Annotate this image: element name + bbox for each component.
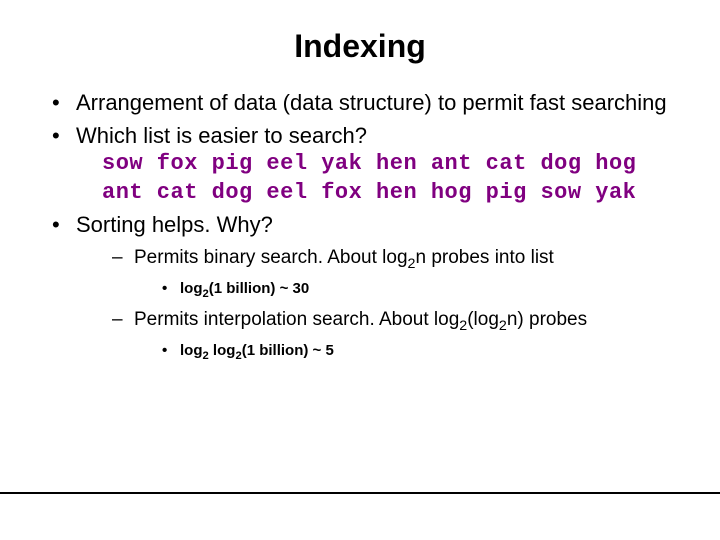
bullet-item: Sorting helps. Why? Permits binary searc… <box>50 211 680 363</box>
sub-sub-item: log2(1 billion) ~ 30 <box>162 279 680 302</box>
sub-item: Permits interpolation search. About log2… <box>112 308 680 364</box>
bullet-text: Arrangement of data (data structure) to … <box>76 90 667 115</box>
divider <box>0 492 720 494</box>
slide-title: Indexing <box>40 28 680 65</box>
bullet-item: Which list is easier to search? sow fox … <box>50 122 680 208</box>
sub-sub-list: log2(1 billion) ~ 30 <box>162 279 680 302</box>
bullet-list: Arrangement of data (data structure) to … <box>50 89 680 364</box>
sub-item: Permits binary search. About log2n probe… <box>112 246 680 302</box>
sub-sub-item: log2 log2(1 billion) ~ 5 <box>162 341 680 364</box>
code-row-unsorted: sow fox pig eel yak hen ant cat dog hog <box>102 150 680 179</box>
bullet-text: Which list is easier to search? <box>76 123 367 148</box>
sub-text: Permits binary search. About log2n probe… <box>134 247 554 268</box>
sub-sub-list: log2 log2(1 billion) ~ 5 <box>162 341 680 364</box>
bullet-item: Arrangement of data (data structure) to … <box>50 89 680 118</box>
sub-text: Permits interpolation search. About log2… <box>134 309 587 330</box>
code-row-sorted: ant cat dog eel fox hen hog pig sow yak <box>102 179 680 208</box>
bullet-text: Sorting helps. Why? <box>76 212 273 237</box>
slide: Indexing Arrangement of data (data struc… <box>0 0 720 540</box>
sub-list: Permits binary search. About log2n probe… <box>112 246 680 364</box>
